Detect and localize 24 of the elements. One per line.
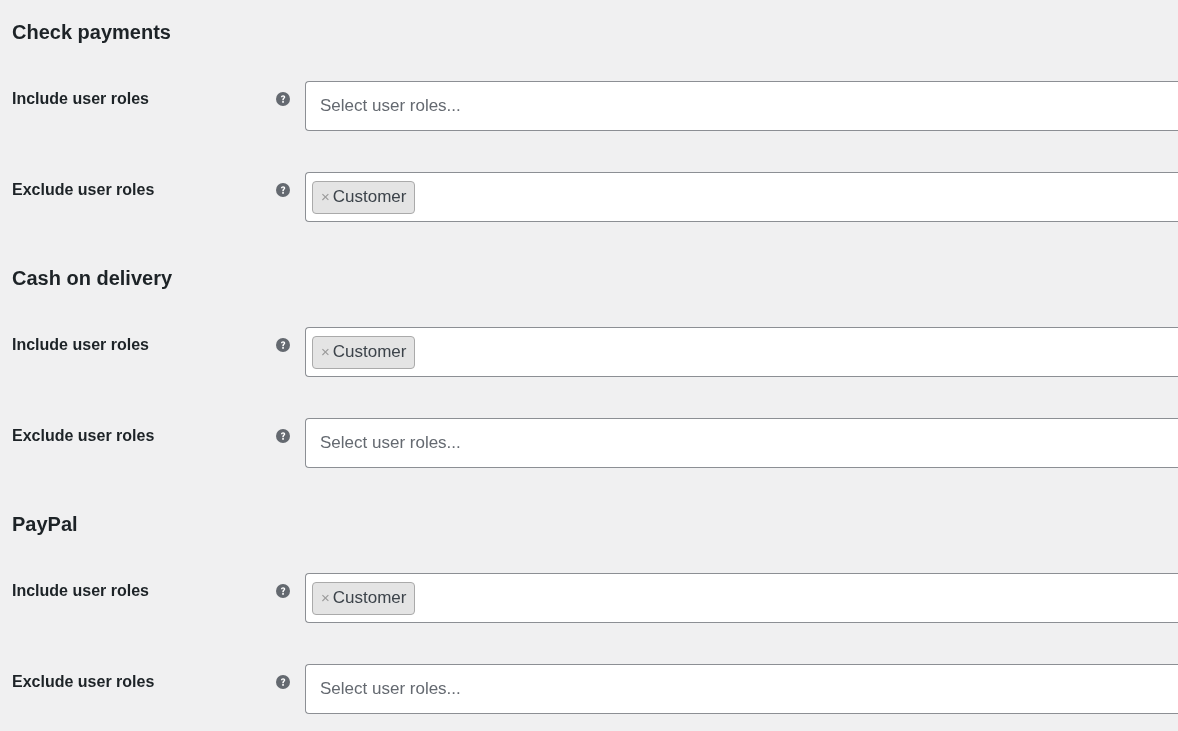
tag-label: Customer <box>332 588 407 608</box>
help-icon[interactable] <box>276 92 290 106</box>
field-label: Include user roles <box>12 89 149 109</box>
field-label: Exclude user roles <box>12 672 155 692</box>
field-label: Exclude user roles <box>12 180 155 200</box>
field-label: Include user roles <box>12 335 149 355</box>
field-label: Exclude user roles <box>12 426 155 446</box>
field-label: Include user roles <box>12 581 149 601</box>
role-select-field[interactable]: Select user roles... <box>305 418 1178 468</box>
help-icon[interactable] <box>276 675 290 689</box>
role-select-field[interactable]: × Customer <box>305 172 1178 222</box>
section-heading: Cash on delivery <box>12 266 173 291</box>
help-icon[interactable] <box>276 338 290 352</box>
role-select-field[interactable]: Select user roles... <box>305 81 1178 131</box>
help-icon[interactable] <box>276 183 290 197</box>
tag-label: Customer <box>332 187 407 207</box>
tag-label: Customer <box>332 342 407 362</box>
section-heading: Check payments <box>12 20 171 45</box>
role-select-field[interactable]: × Customer <box>305 327 1178 377</box>
section-heading: PayPal <box>12 512 78 537</box>
role-select-field[interactable]: Select user roles... <box>305 664 1178 714</box>
role-select-field[interactable]: × Customer <box>305 573 1178 623</box>
help-icon[interactable] <box>276 584 290 598</box>
help-icon[interactable] <box>276 429 290 443</box>
